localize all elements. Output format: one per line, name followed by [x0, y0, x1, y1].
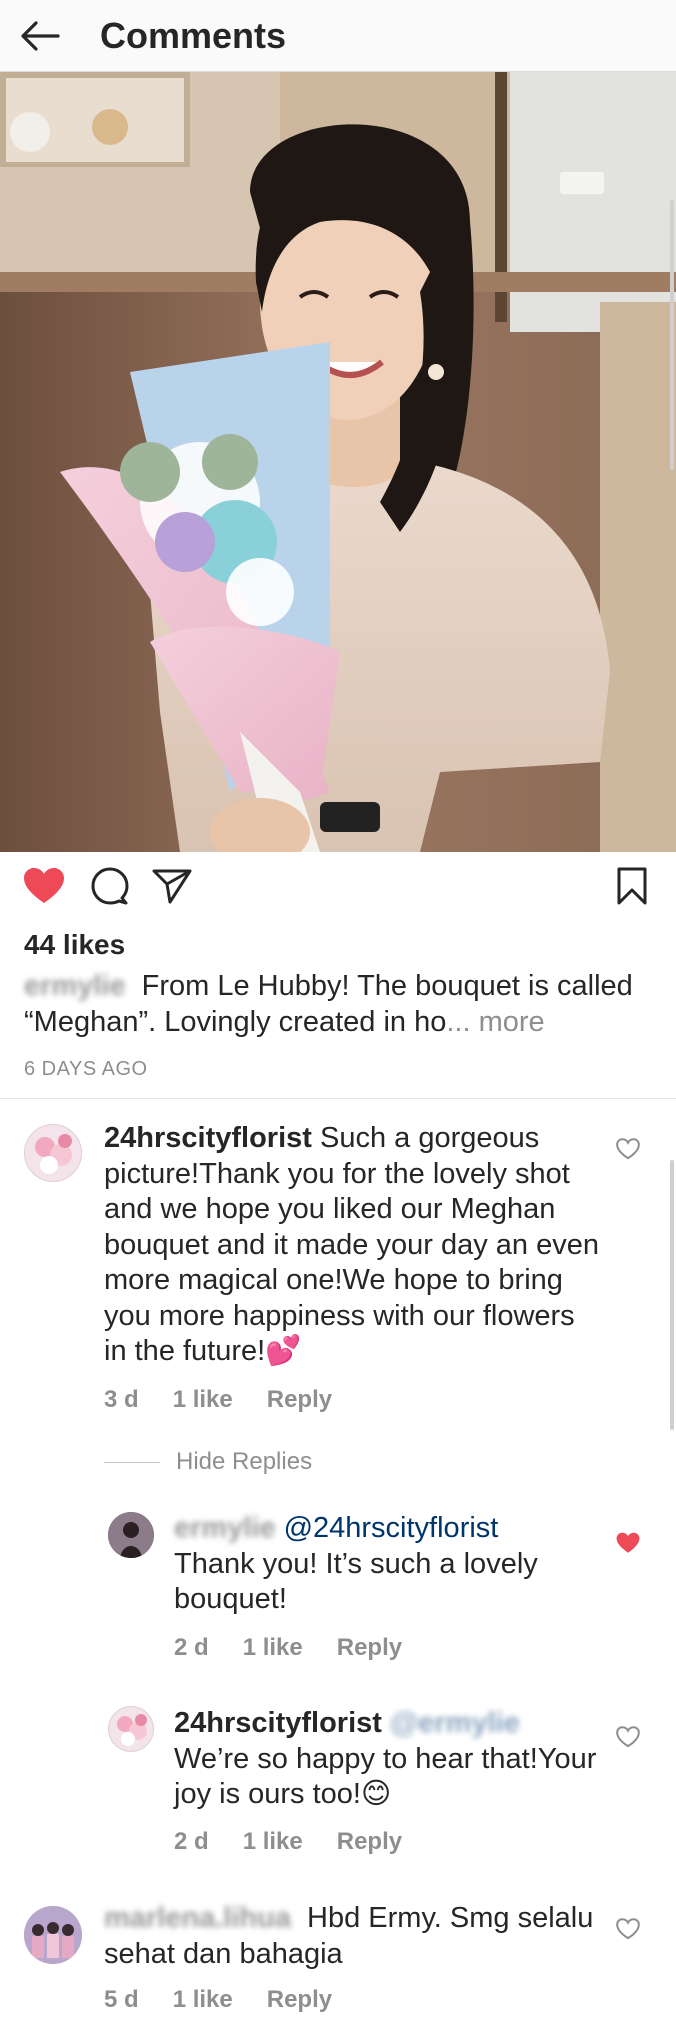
- comment-button[interactable]: [86, 862, 134, 910]
- comment-likes[interactable]: 1 like: [173, 1986, 233, 2014]
- post-age: 6 DAYS AGO: [24, 1058, 148, 1080]
- avatar[interactable]: [24, 1124, 82, 1182]
- caption-more-link[interactable]: more: [471, 1006, 545, 1038]
- save-button[interactable]: [608, 862, 656, 910]
- reply-button[interactable]: Reply: [267, 1986, 332, 2014]
- reply-button[interactable]: Reply: [337, 1828, 402, 1856]
- caption-ellipsis: ...: [446, 1006, 471, 1038]
- paper-plane-icon: [152, 869, 192, 904]
- like-button[interactable]: [20, 862, 68, 910]
- florist-avatar-image: [117, 1714, 147, 1746]
- comment-like-button[interactable]: [616, 1138, 642, 1162]
- scrollbar[interactable]: [670, 1160, 674, 1430]
- reply-like-button[interactable]: [616, 1532, 642, 1556]
- comment-icon: [91, 867, 129, 905]
- reply-text: We’re so happy to hear that!Your joy is …: [174, 1742, 597, 1811]
- back-button[interactable]: [18, 14, 62, 58]
- reply-button[interactable]: Reply: [337, 1634, 402, 1662]
- divider: [0, 1098, 676, 1099]
- post-caption: ermylie From Le Hubby! The bouquet is ca…: [24, 968, 654, 1040]
- user-avatar-image: [108, 1512, 154, 1558]
- reply-username[interactable]: ermylie: [174, 1511, 276, 1547]
- reply-meta: 2 d 1 like Reply: [174, 1634, 402, 1662]
- heart-filled-icon: [616, 1532, 640, 1553]
- comment-likes[interactable]: 1 like: [173, 1386, 233, 1414]
- heart-outline-icon: [616, 1918, 640, 1940]
- comment-time: 5 d: [104, 1986, 139, 2013]
- hide-replies-label: Hide Replies: [176, 1448, 313, 1475]
- reply-mention[interactable]: @ermylie: [390, 1706, 520, 1742]
- comment-like-button[interactable]: [616, 1918, 642, 1942]
- group-photo-avatar-image: [24, 1906, 82, 1964]
- post-photo[interactable]: [0, 72, 676, 852]
- top-bar: Comments: [0, 0, 676, 72]
- comment-body: marlena.lihua Hbd Ermy. Smg selalu sehat…: [104, 1901, 604, 1972]
- comment-meta: 5 d 1 like Reply: [104, 1986, 332, 2014]
- scrollbar[interactable]: [670, 200, 674, 470]
- reply-like-button[interactable]: [616, 1726, 642, 1750]
- reply-button[interactable]: Reply: [267, 1386, 332, 1414]
- avatar[interactable]: [108, 1706, 154, 1752]
- reply-likes[interactable]: 1 like: [243, 1828, 303, 1856]
- heart-filled-icon: [24, 868, 64, 903]
- arrow-left-icon: [21, 21, 60, 51]
- comment-username[interactable]: marlena.lihua: [104, 1901, 291, 1937]
- heart-outline-icon: [616, 1138, 640, 1160]
- reply-body: ermylie @24hrscityflorist Thank you! It’s…: [174, 1511, 594, 1618]
- divider-line: [104, 1461, 160, 1463]
- reply-time: 2 d: [174, 1634, 209, 1661]
- reply-likes[interactable]: 1 like: [243, 1634, 303, 1662]
- page-title: Comments: [100, 15, 287, 56]
- share-button[interactable]: [148, 862, 196, 910]
- reply-mention[interactable]: @24hrscityflorist: [284, 1512, 499, 1544]
- reply-text: Thank you! It’s such a lovely bouquet!: [174, 1547, 538, 1616]
- likes-count[interactable]: 44 likes: [24, 928, 125, 962]
- bookmark-icon: [617, 867, 647, 905]
- reply-time: 2 d: [174, 1828, 209, 1855]
- comment-body: 24hrscityflorist Such a gorgeous picture…: [104, 1121, 604, 1370]
- comment-username[interactable]: 24hrscityflorist: [104, 1122, 312, 1154]
- comment-time: 3 d: [104, 1386, 139, 1413]
- reply-username[interactable]: 24hrscityflorist: [174, 1707, 382, 1739]
- heart-outline-icon: [616, 1726, 640, 1748]
- florist-avatar-image: [35, 1134, 72, 1174]
- avatar[interactable]: [24, 1906, 82, 1964]
- comment-meta: 3 d 1 like Reply: [104, 1386, 332, 1414]
- caption-username[interactable]: ermylie: [24, 968, 126, 1004]
- hide-replies-button[interactable]: Hide Replies: [104, 1448, 312, 1476]
- reply-body: 24hrscityflorist @ermylie We’re so happy…: [174, 1706, 604, 1813]
- avatar[interactable]: [108, 1512, 154, 1558]
- reply-meta: 2 d 1 like Reply: [174, 1828, 402, 1856]
- post-actions: [0, 862, 676, 918]
- comment-text: Such a gorgeous picture!Thank you for th…: [104, 1122, 599, 1367]
